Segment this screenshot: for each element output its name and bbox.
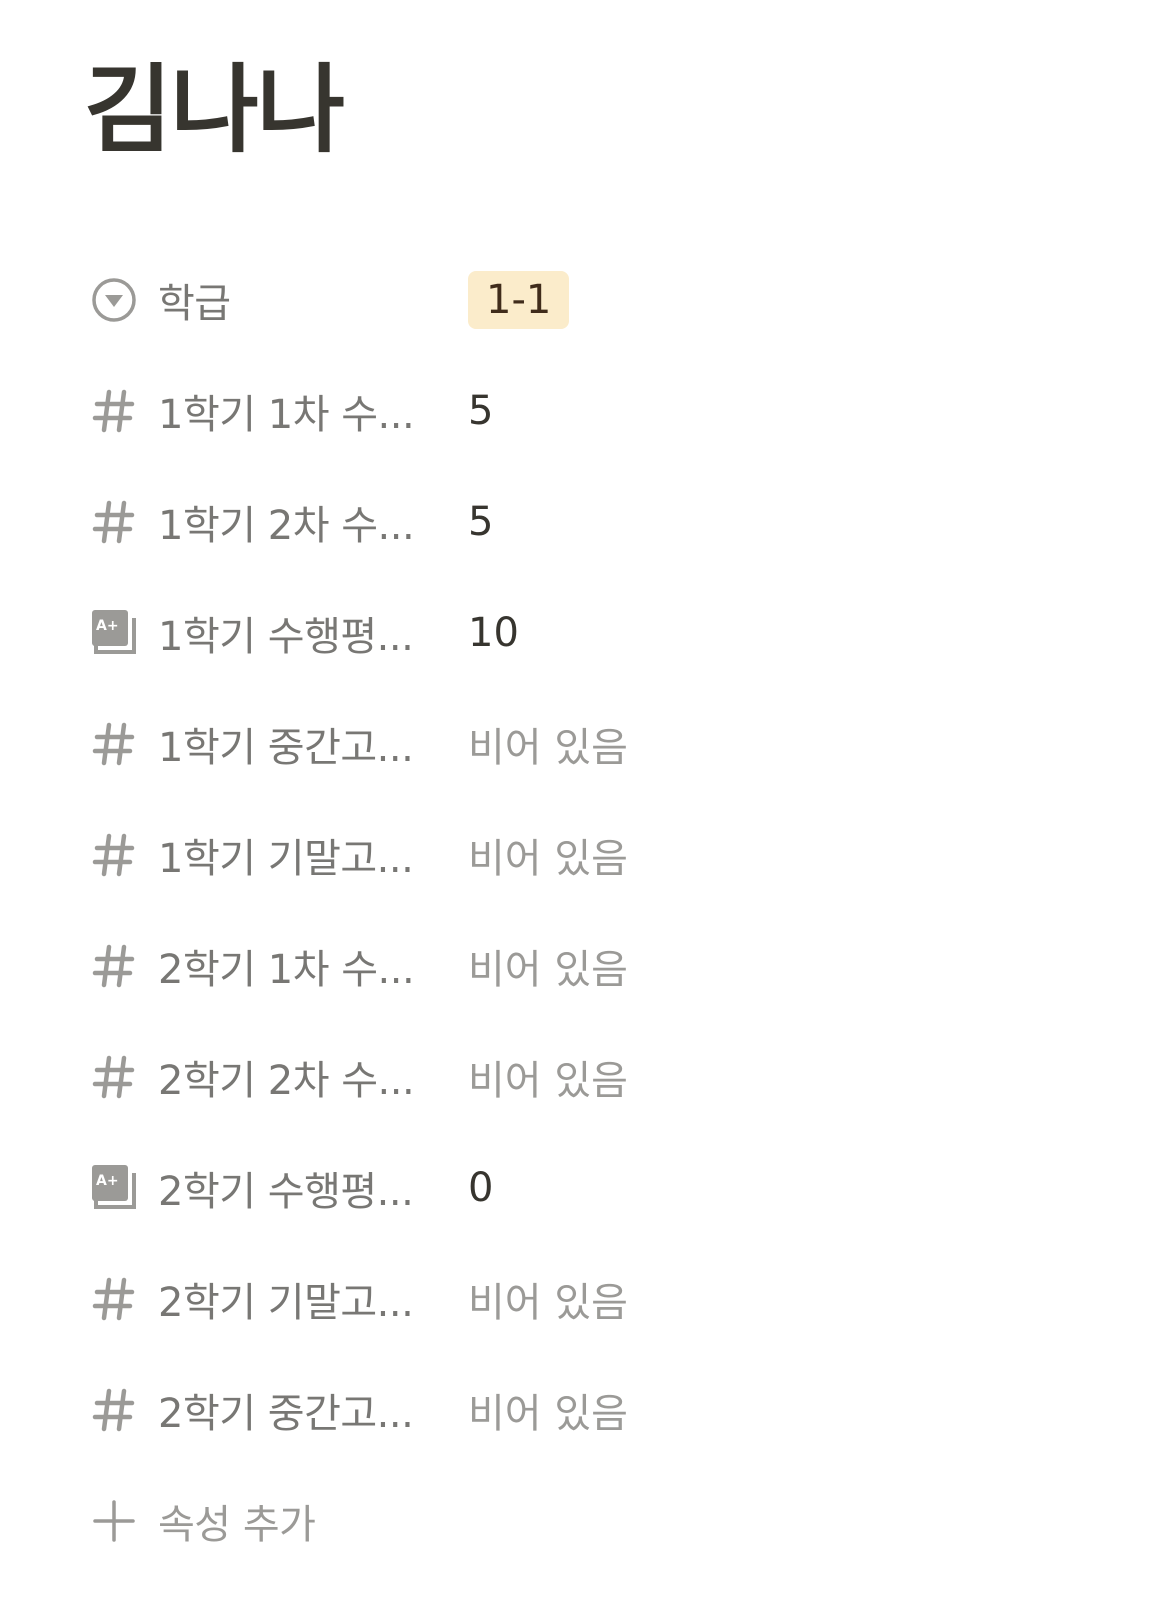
svg-text:A+: A+ — [96, 1173, 119, 1189]
number-icon — [88, 496, 140, 548]
page-title[interactable]: 김나나 — [84, 57, 345, 164]
property-value[interactable]: 비어 있음 — [468, 937, 628, 995]
svg-text:A+: A+ — [96, 618, 119, 634]
property-name: 1학기 중간고... — [158, 724, 414, 771]
number-icon — [88, 940, 140, 992]
property-value[interactable]: 비어 있음 — [468, 1048, 628, 1106]
property-name: 1학기 수행평... — [158, 613, 414, 660]
property-row[interactable]: 2학기 2차 수... 비어 있음 — [88, 1021, 1088, 1132]
property-name: 1학기 기말고... — [158, 835, 414, 882]
property-value[interactable]: 비어 있음 — [468, 715, 628, 773]
property-name: 1학기 2차 수... — [158, 502, 415, 549]
property-name: 2학기 2차 수... — [158, 1057, 415, 1104]
property-row[interactable]: A+ 2학기 수행평... 0 — [88, 1132, 1088, 1243]
property-value[interactable]: 0 — [468, 1165, 493, 1211]
property-name: 2학기 기말고... — [158, 1279, 414, 1326]
number-icon — [88, 718, 140, 770]
plus-icon — [88, 1495, 140, 1547]
property-row-class[interactable]: 학급 1-1 — [88, 244, 1088, 355]
property-value[interactable]: 비어 있음 — [468, 1270, 628, 1328]
number-icon — [88, 829, 140, 881]
property-list: 학급 1-1 1학기 1차 수... 5 1학기 2차 수... 5 A+ 1학… — [88, 244, 1088, 1576]
class-tag: 1-1 — [468, 270, 570, 329]
property-row[interactable]: A+ 1학기 수행평... 10 — [88, 577, 1088, 688]
number-icon — [88, 1273, 140, 1325]
property-row[interactable]: 2학기 1차 수... 비어 있음 — [88, 910, 1088, 1021]
property-name: 2학기 수행평... — [158, 1168, 414, 1215]
property-name: 2학기 1차 수... — [158, 946, 415, 993]
property-row[interactable]: 1학기 2차 수... 5 — [88, 466, 1088, 577]
add-property-label: 속성 추가 — [158, 1501, 316, 1548]
property-row[interactable]: 1학기 중간고... 비어 있음 — [88, 688, 1088, 799]
select-icon — [88, 274, 140, 326]
property-row[interactable]: 2학기 기말고... 비어 있음 — [88, 1243, 1088, 1354]
number-icon — [88, 1384, 140, 1436]
add-property-button[interactable]: 속성 추가 — [88, 1465, 1088, 1576]
property-value[interactable]: 5 — [468, 499, 493, 545]
grade-icon: A+ — [88, 607, 140, 659]
property-row[interactable]: 1학기 1차 수... 5 — [88, 355, 1088, 466]
property-row[interactable]: 2학기 중간고... 비어 있음 — [88, 1354, 1088, 1465]
property-row[interactable]: 1학기 기말고... 비어 있음 — [88, 799, 1088, 910]
property-value[interactable]: 비어 있음 — [468, 826, 628, 884]
property-name: 학급 — [158, 280, 231, 327]
number-icon — [88, 385, 140, 437]
property-value[interactable]: 5 — [468, 388, 493, 434]
property-value[interactable]: 10 — [468, 610, 519, 656]
number-icon — [88, 1051, 140, 1103]
property-value[interactable]: 비어 있음 — [468, 1381, 628, 1439]
property-name: 2학기 중간고... — [158, 1390, 414, 1437]
property-name: 1학기 1차 수... — [158, 391, 415, 438]
grade-icon: A+ — [88, 1162, 140, 1214]
property-value[interactable]: 1-1 — [468, 270, 570, 329]
